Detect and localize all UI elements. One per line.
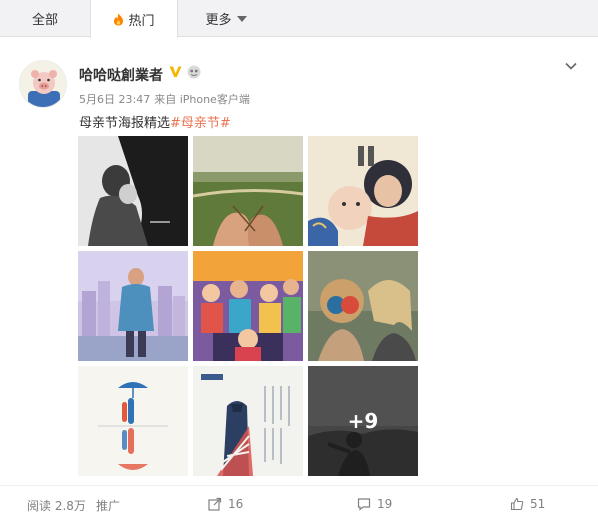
user-name[interactable]: 哈哈哒創業者 (79, 65, 163, 85)
post-date[interactable]: 5月6日 23:47 (79, 93, 150, 106)
post-text-body: 母亲节海报精选 (79, 116, 171, 131)
view-count: 阅读 2.8万 (27, 497, 86, 514)
post-source: 来自 iPhone客户端 (154, 93, 250, 106)
flame-icon (114, 13, 124, 25)
repost-button[interactable]: 16 (208, 497, 243, 511)
image-grid: +9 (78, 136, 418, 476)
promote-label: 推广 (96, 499, 121, 513)
grid-image-6[interactable] (308, 251, 418, 361)
post-meta: 5月6日 23:47 来自 iPhone客户端 (79, 91, 254, 107)
promote-button[interactable]: 推广 (96, 497, 120, 514)
poster-mother-hug-bw (78, 136, 188, 246)
grid-image-2[interactable] (193, 136, 303, 246)
tab-more[interactable]: 更多 (178, 0, 274, 37)
post-text: 母亲节海报精选#母亲节# (79, 112, 231, 131)
grid-image-4[interactable] (78, 251, 188, 361)
poster-woman-city-pastel (78, 251, 188, 361)
caret-down-icon (236, 15, 247, 22)
avatar-pig-illustration (20, 61, 66, 107)
tab-hot-label: 热门 (128, 13, 155, 29)
thumbs-up-icon (510, 497, 524, 511)
top-tab-bar: 全部 热门 更多 (0, 0, 598, 38)
member-badge-icon[interactable] (187, 65, 201, 79)
poster-umbrella-minimal (78, 366, 188, 476)
grid-image-5[interactable] (193, 251, 303, 361)
comment-count: 19 (377, 497, 393, 511)
poster-qipao-calligraphy (193, 366, 303, 476)
chevron-down-icon[interactable] (563, 58, 579, 74)
weibo-post-card: 哈哈哒創業者 5月6日 23:47 来自 iPhone客户端 母亲节海报精选#母亲… (0, 38, 598, 520)
poster-knitting-landscape (193, 136, 303, 246)
hashtag-link[interactable]: #母亲节# (170, 116, 231, 131)
comment-icon (357, 498, 371, 511)
view-count-label: 阅读 2.8万 (27, 499, 86, 513)
tab-all[interactable]: 全部 (0, 0, 90, 37)
like-count: 51 (530, 497, 546, 511)
repost-icon (208, 497, 222, 511)
like-button[interactable]: 51 (510, 497, 545, 511)
grid-image-7[interactable] (78, 366, 188, 476)
grid-image-8[interactable] (193, 366, 303, 476)
tab-all-label: 全部 (31, 13, 58, 28)
tab-more-label: 更多 (205, 13, 232, 28)
post-footer: 阅读 2.8万 推广 16 19 51 (0, 485, 598, 520)
poster-mother-baby-illustration (308, 136, 418, 246)
more-images-count: +9 (347, 409, 379, 433)
tab-hot[interactable]: 热门 (90, 0, 178, 38)
verified-v-icon[interactable] (168, 64, 183, 79)
poster-crowd-illustration (193, 251, 303, 361)
grid-image-1[interactable] (78, 136, 188, 246)
grid-image-3[interactable] (308, 136, 418, 246)
avatar[interactable] (19, 60, 67, 108)
repost-count: 16 (228, 497, 244, 511)
comment-button[interactable]: 19 (357, 497, 392, 511)
poster-girl-with-toy (308, 251, 418, 361)
grid-image-9-more[interactable]: +9 (308, 366, 418, 476)
